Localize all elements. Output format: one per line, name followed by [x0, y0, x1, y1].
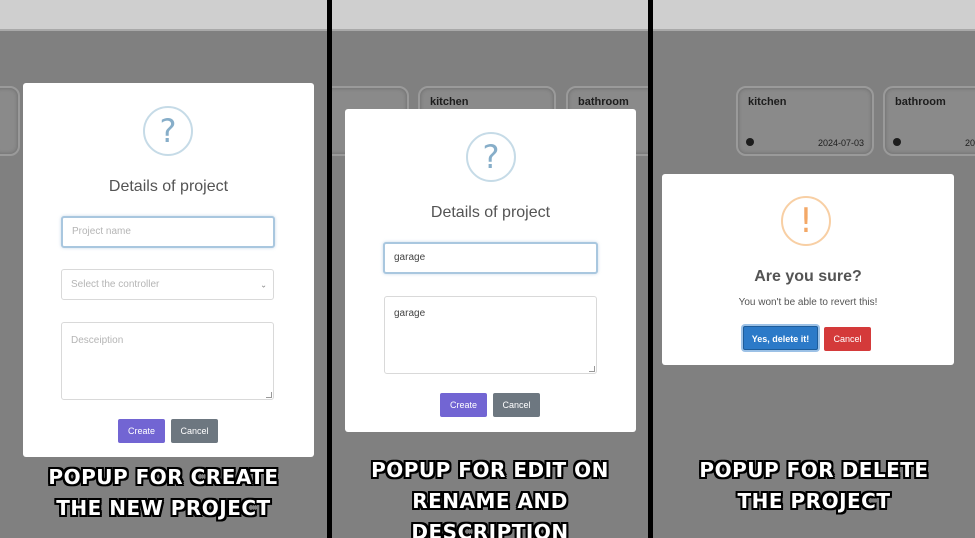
resize-grip-icon[interactable] [589, 366, 595, 372]
project-card-title: bathroom [578, 96, 629, 108]
cancel-button[interactable]: Cancel [824, 327, 871, 351]
create-button[interactable]: Create [440, 393, 487, 417]
controller-select-placeholder: Select the controller [71, 279, 160, 290]
modal-title: Details of project [108, 178, 229, 195]
confirm-delete-button[interactable]: Yes, delete it! [743, 326, 818, 350]
project-card-date: 2024-07-03 [817, 138, 864, 148]
edit-project-modal: ? Details of project garage garage Creat… [345, 109, 636, 432]
caption-line-2: THE PROJECT [737, 489, 891, 513]
delete-confirm-modal: ! Are you sure? You won't be able to rev… [662, 174, 954, 365]
project-card-title: kitchen [430, 96, 469, 108]
description-textarea[interactable]: garage [384, 296, 597, 374]
project-name-input[interactable]: Project name [61, 216, 275, 248]
warning-icon: ! [781, 196, 831, 246]
cancel-button[interactable]: Cancel [171, 419, 218, 443]
caption-line-1: POPUP FOR EDIT ON [371, 458, 609, 482]
description-textarea[interactable]: Desceiption [61, 322, 274, 400]
project-card-date: 20 [965, 138, 975, 148]
modal-message: You won't be able to revert this! [738, 297, 878, 308]
info-icon[interactable] [746, 138, 754, 146]
app-header-bar [653, 0, 975, 31]
chevron-down-icon: ⌄ [260, 280, 267, 289]
caption-line-1: POPUP FOR DELETE [699, 458, 929, 482]
delete-popup-panel: kitchen 2024-07-03 bathroom 20 ! Are you… [653, 0, 975, 538]
caption-line-2: RENAME AND DESCRIPTION [411, 489, 569, 538]
modal-title: Details of project [430, 204, 551, 221]
caption-line-1: POPUP FOR CREATE [48, 465, 279, 489]
caption-line-2: THE NEW PROJECT [56, 496, 271, 520]
project-card-title: bathroom [895, 96, 946, 108]
create-button[interactable]: Create [118, 419, 165, 443]
project-card-bathroom[interactable]: bathroom 20 [883, 86, 975, 156]
create-project-modal: ? Details of project Project name Select… [23, 83, 314, 457]
resize-grip-icon[interactable] [266, 392, 272, 398]
cancel-button[interactable]: Cancel [493, 393, 540, 417]
project-card-title: kitchen [748, 96, 787, 108]
project-card-kitchen[interactable]: kitchen 2024-07-03 [736, 86, 874, 156]
info-icon[interactable] [893, 138, 901, 146]
app-header-bar [0, 0, 327, 31]
project-name-input[interactable]: garage [383, 242, 598, 274]
question-icon: ? [143, 106, 193, 156]
create-popup-panel: ? Details of project Project name Select… [0, 0, 327, 538]
controller-select[interactable]: Select the controller ⌄ [61, 269, 274, 300]
modal-title: Are you sure? [754, 268, 862, 285]
description-value: garage [394, 308, 426, 319]
edit-popup-panel: kitchen bathroom 2024-07-05 ? Details of… [332, 0, 648, 538]
project-card[interactable] [0, 86, 20, 156]
app-header-bar [332, 0, 648, 31]
description-placeholder: Desceiption [71, 335, 124, 346]
question-icon: ? [466, 132, 516, 182]
